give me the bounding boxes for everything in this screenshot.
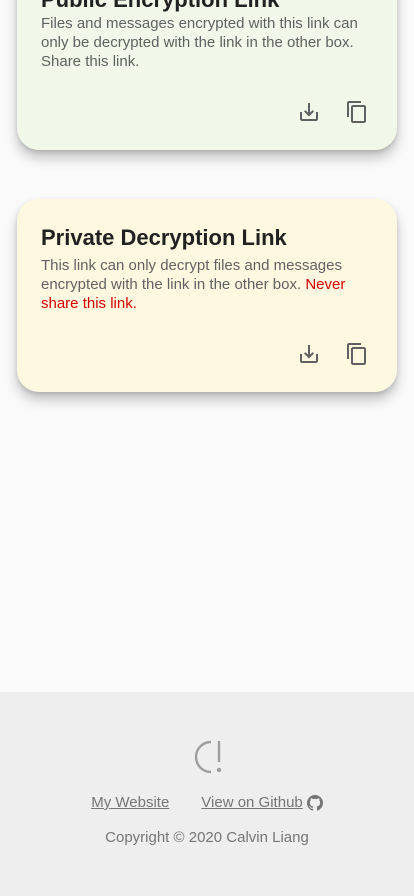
private-card-actions xyxy=(297,342,369,366)
download-icon xyxy=(300,345,318,363)
private-card-description-text: This link can only decrypt files and mes… xyxy=(41,257,342,293)
github-icon xyxy=(306,795,323,811)
public-card-title: Public Encryption Link xyxy=(41,0,279,13)
logo-icon xyxy=(194,740,222,774)
view-on-github-label: View on Github xyxy=(201,794,303,811)
page: Public Encryption Link Files and message… xyxy=(0,0,414,896)
copy-private-link-button[interactable] xyxy=(345,342,369,366)
download-private-link-button[interactable] xyxy=(297,342,321,366)
copy-icon xyxy=(347,101,366,123)
footer-links: My Website View on Github xyxy=(0,794,414,812)
copyright-text: Copyright © 2020 Calvin Liang xyxy=(105,829,309,846)
download-icon xyxy=(300,103,318,121)
view-on-github-link[interactable]: View on Github xyxy=(201,794,323,812)
private-decryption-card: Private Decryption Link This link can on… xyxy=(17,199,397,392)
download-public-link-button[interactable] xyxy=(297,100,321,124)
public-encryption-card: Public Encryption Link Files and message… xyxy=(17,0,397,150)
public-card-actions xyxy=(297,100,369,124)
private-card-description: This link can only decrypt files and mes… xyxy=(41,256,373,313)
copy-icon xyxy=(347,343,366,365)
my-website-link[interactable]: My Website xyxy=(91,794,169,812)
private-card-title: Private Decryption Link xyxy=(41,225,287,250)
copy-public-link-button[interactable] xyxy=(345,100,369,124)
public-card-description: Files and messages encrypted with this l… xyxy=(41,15,358,70)
